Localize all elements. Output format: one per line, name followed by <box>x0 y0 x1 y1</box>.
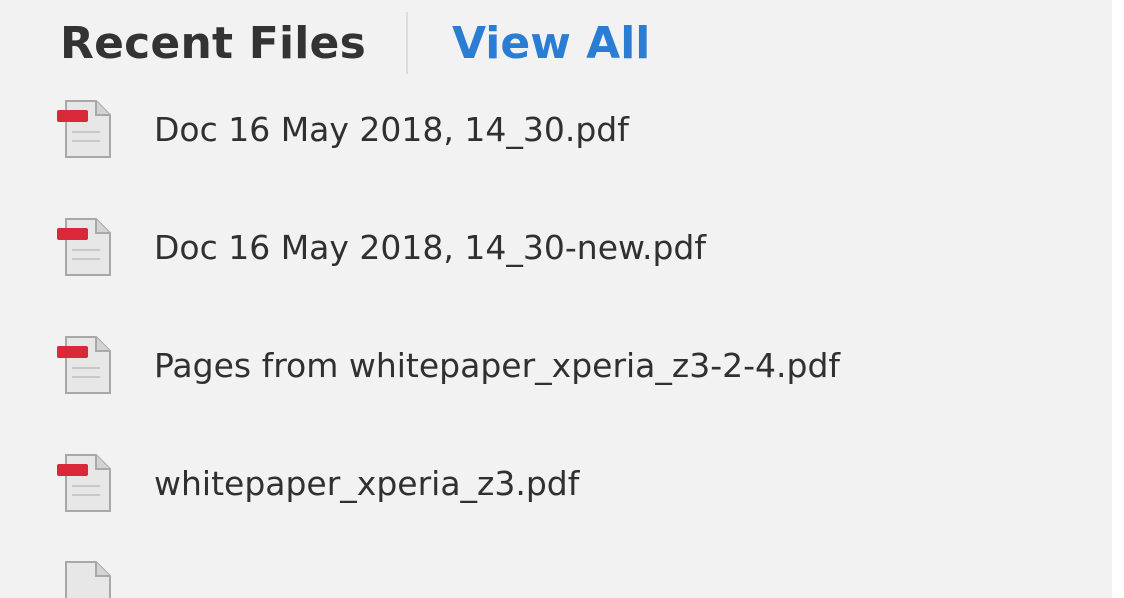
recent-file-item-partial[interactable] <box>52 561 840 598</box>
file-name: Doc 16 May 2018, 14_30.pdf <box>154 109 629 149</box>
recent-files-header: Recent Files View All <box>60 8 650 78</box>
file-name: Pages from whitepaper_xperia_z3-2-4.pdf <box>154 345 841 385</box>
pdf-file-icon <box>52 334 120 396</box>
recent-files-title: Recent Files <box>60 17 366 69</box>
recent-file-item[interactable]: Pages from whitepaper_xperia_z3-2-4.pdf <box>52 334 840 396</box>
pdf-file-icon <box>52 98 120 160</box>
header-divider <box>405 12 408 74</box>
recent-files-list: Doc 16 May 2018, 14_30.pdf Doc 16 May 20… <box>52 98 840 598</box>
pdf-file-icon <box>52 216 120 278</box>
recent-file-item[interactable]: whitepaper_xperia_z3.pdf <box>52 452 840 514</box>
recent-file-item[interactable]: Doc 16 May 2018, 14_30-new.pdf <box>52 216 840 278</box>
pdf-file-icon <box>52 452 120 514</box>
recent-files-panel: Recent Files View All Doc 16 May 2018, 1… <box>0 0 1124 598</box>
pdf-file-icon <box>52 559 120 598</box>
view-all-link[interactable]: View All <box>452 18 650 69</box>
recent-file-item[interactable]: Doc 16 May 2018, 14_30.pdf <box>52 98 840 160</box>
file-name: Doc 16 May 2018, 14_30-new.pdf <box>154 227 706 267</box>
file-name: whitepaper_xperia_z3.pdf <box>154 463 580 503</box>
panel-right-edge <box>1112 0 1124 598</box>
